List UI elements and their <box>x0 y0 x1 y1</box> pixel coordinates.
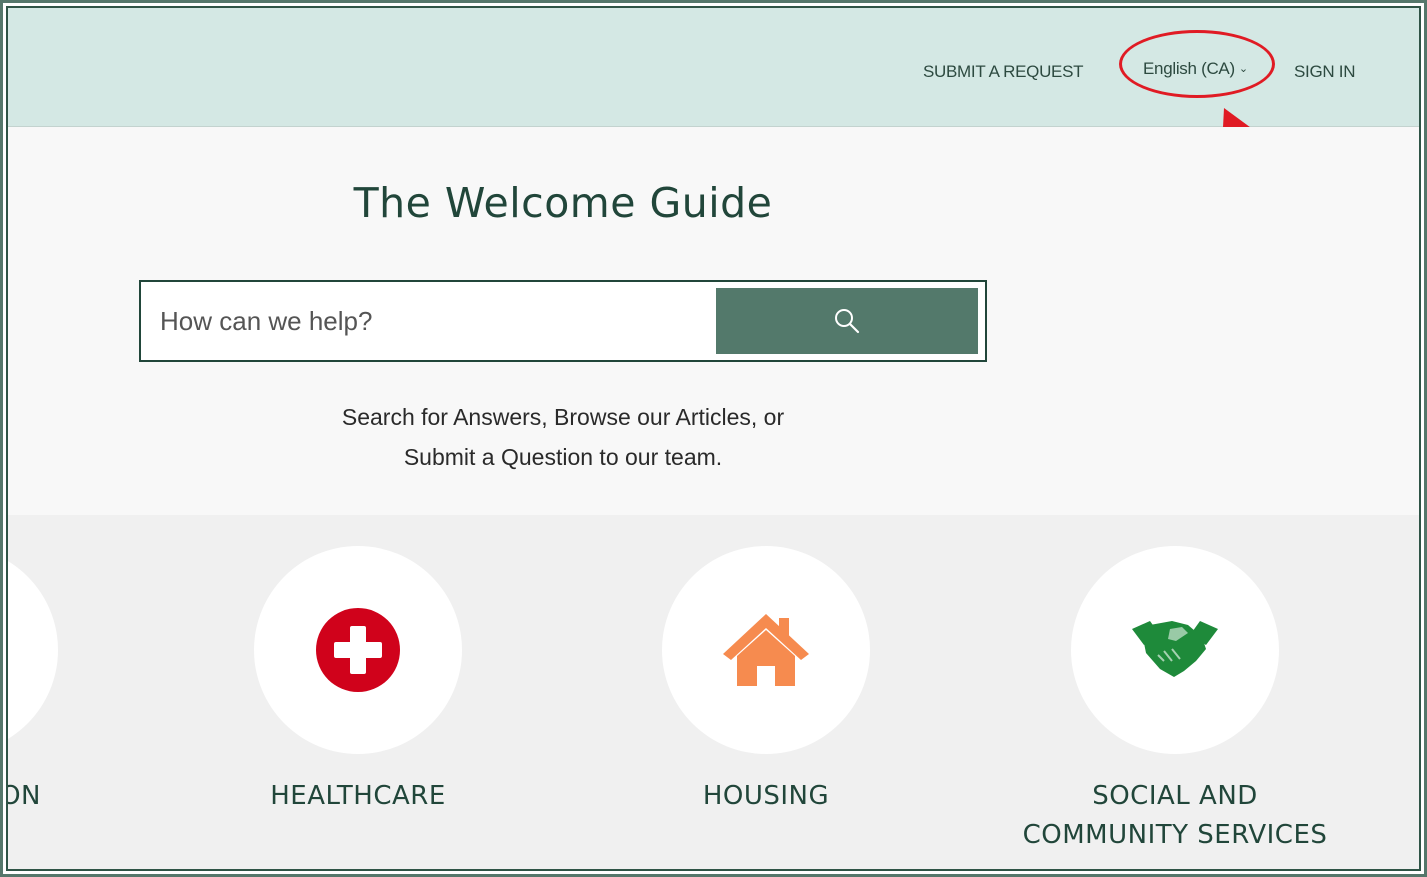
search-form <box>139 280 987 362</box>
categories-section: ON HEALTHCARE HOUSING <box>8 515 1419 869</box>
search-icon <box>835 309 860 334</box>
page-title: The Welcome Guide <box>353 179 773 227</box>
category-healthcare-label[interactable]: HEALTHCARE <box>158 777 558 816</box>
tagline-line-2: Submit a Question to our team. <box>403 444 723 470</box>
house-icon <box>723 614 809 686</box>
search-input[interactable] <box>141 282 711 360</box>
tagline-line-1: Search for Answers, Browse our Articles,… <box>341 404 785 430</box>
search-tagline: Search for Answers, Browse our Articles,… <box>8 397 1118 477</box>
category-social-circle[interactable] <box>1071 546 1279 754</box>
category-social-label-line-2: COMMUNITY SERVICES <box>1022 820 1328 850</box>
category-healthcare-circle[interactable] <box>254 546 462 754</box>
category-housing-label[interactable]: HOUSING <box>566 777 966 816</box>
category-partial-label[interactable]: ON <box>8 777 41 816</box>
medical-cross-icon <box>316 608 400 692</box>
search-button[interactable] <box>716 288 978 354</box>
annotation-highlight-ellipse <box>1119 30 1275 98</box>
sign-in-link[interactable]: SIGN IN <box>1294 62 1355 82</box>
category-social-label-line-1: SOCIAL AND <box>1092 781 1258 811</box>
hero-section: The Welcome Guide Search for Answers, Br… <box>8 127 1419 515</box>
handshake-icon <box>1132 621 1218 677</box>
page-viewport: SUBMIT A REQUEST English (CA) ⌄ SIGN IN T… <box>6 6 1421 871</box>
category-partial-circle[interactable] <box>8 546 58 754</box>
submit-request-link[interactable]: SUBMIT A REQUEST <box>923 62 1084 82</box>
category-social-label[interactable]: SOCIAL AND COMMUNITY SERVICES <box>975 777 1375 855</box>
category-housing-circle[interactable] <box>662 546 870 754</box>
screenshot-frame: SUBMIT A REQUEST English (CA) ⌄ SIGN IN T… <box>0 0 1427 877</box>
